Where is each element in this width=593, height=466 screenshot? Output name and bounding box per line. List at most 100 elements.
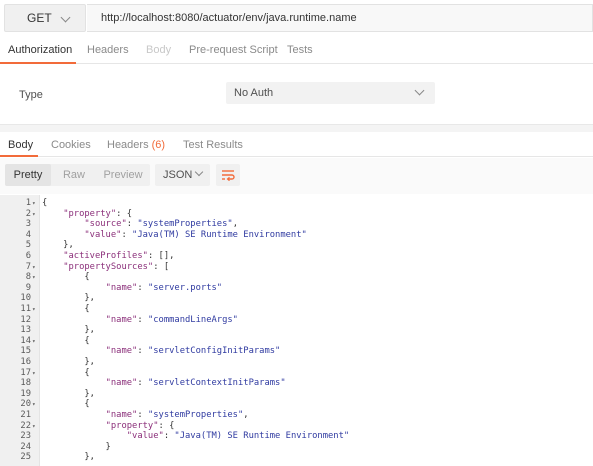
json-punctuation: }	[42, 441, 111, 452]
code-line: 13 },	[0, 325, 593, 336]
json-punctuation: :	[137, 282, 148, 293]
line-number: 3	[25, 219, 31, 230]
json-punctuation: :	[137, 410, 148, 420]
code-text: "property": {	[42, 209, 132, 220]
raw-button[interactable]: Raw	[53, 164, 95, 186]
line-number: 9	[25, 282, 31, 293]
fold-toggle-icon[interactable]: ▾	[32, 209, 40, 220]
code-text: "propertySources": [	[42, 262, 169, 273]
json-punctuation: :	[126, 219, 138, 230]
auth-type-select[interactable]: No Auth	[226, 82, 435, 104]
json-key: "name"	[105, 314, 138, 325]
json-punctuation	[42, 346, 106, 356]
code-text: {	[42, 335, 90, 347]
json-punctuation: :	[137, 314, 148, 325]
preview-button[interactable]: Preview	[97, 164, 149, 186]
line-number: 13	[20, 325, 31, 336]
fold-toggle-icon[interactable]: ▾	[32, 336, 40, 347]
json-punctuation	[42, 410, 106, 420]
json-punctuation: },	[42, 325, 95, 336]
json-string: "server.ports"	[147, 282, 223, 293]
tab-authorization[interactable]: Authorization	[8, 44, 72, 56]
json-punctuation: },	[42, 357, 95, 367]
line-number: 18	[20, 378, 31, 389]
json-punctuation: {	[42, 272, 90, 283]
line-number: 12	[20, 314, 31, 325]
headers-count-badge: (6)	[151, 139, 166, 151]
code-text: "name": "servletContextInitParams"	[42, 378, 286, 389]
fold-toggle-icon[interactable]: ▾	[32, 399, 40, 410]
json-punctuation: {	[42, 335, 90, 346]
code-text: }	[42, 442, 111, 453]
auth-type-label: Type	[19, 89, 43, 101]
active-tab-indicator	[0, 155, 38, 157]
response-body-editor[interactable]: 1 ▾{2 ▾ "property": {3 "source": "systemPr…	[0, 195, 593, 466]
json-punctuation: {	[42, 399, 90, 410]
tab-test-results[interactable]: Test Results	[183, 139, 243, 151]
response-tabs: Body Cookies Headers (6) Test Results	[0, 133, 593, 157]
json-punctuation: ,	[243, 410, 249, 420]
tab-body[interactable]: Body	[146, 44, 171, 56]
code-line: 14 ▾ {	[0, 336, 593, 347]
request-bar: GET http://localhost:8080/actuator/env/j…	[0, 0, 593, 36]
tab-tests[interactable]: Tests	[287, 44, 313, 56]
code-text: {	[42, 399, 90, 410]
code-line: 7 ▾ "propertySources": [	[0, 262, 593, 273]
fold-toggle-icon[interactable]: ▾	[32, 198, 40, 209]
json-punctuation: : {	[158, 420, 175, 431]
line-number: 20	[20, 399, 31, 410]
json-string: "servletContextInitParams"	[147, 378, 286, 389]
url-input[interactable]: http://localhost:8080/actuator/env/java.…	[87, 4, 593, 32]
fold-toggle-icon[interactable]: ▾	[32, 272, 40, 283]
json-punctuation: },	[42, 452, 95, 463]
pretty-button[interactable]: Pretty	[5, 164, 51, 186]
format-select[interactable]: JSON	[155, 164, 210, 186]
code-text: "name": "commandLineArgs"	[42, 315, 238, 326]
tab-cookies[interactable]: Cookies	[51, 139, 91, 151]
json-key: "source"	[84, 219, 127, 230]
code-line: 17 ▾ {	[0, 368, 593, 379]
tab-response-headers[interactable]: Headers (6)	[107, 139, 165, 151]
json-punctuation	[42, 230, 84, 240]
json-punctuation: {	[42, 198, 48, 208]
code-text: {	[42, 368, 89, 379]
code-line: 19 },	[0, 389, 593, 400]
line-number: 23	[20, 431, 31, 442]
json-punctuation: },	[42, 240, 74, 251]
json-punctuation: :	[121, 229, 133, 240]
code-text: {	[42, 272, 90, 283]
code-line: 1 ▾{	[0, 198, 593, 209]
response-toolbar: Pretty Raw Preview JSON	[0, 158, 593, 194]
chevron-down-icon	[414, 85, 425, 96]
json-string: "Java(TM) SE Runtime Environment"	[132, 229, 307, 240]
wrap-lines-button[interactable]	[216, 164, 240, 186]
fold-toggle-icon[interactable]: ▾	[32, 304, 40, 315]
fold-toggle-icon[interactable]: ▾	[32, 368, 40, 379]
code-line: 23 "value": "Java(TM) SE Runtime Environ…	[0, 431, 593, 442]
tab-headers[interactable]: Headers	[87, 44, 129, 56]
json-punctuation	[42, 262, 63, 272]
code-line: 11 ▾ {	[0, 304, 593, 315]
line-number: 17	[20, 367, 31, 378]
line-number: 11	[20, 304, 31, 314]
url-text: http://localhost:8080/actuator/env/java.…	[101, 12, 357, 24]
code-text: },	[42, 452, 95, 463]
json-key: "activeProfiles"	[63, 251, 148, 261]
code-line: 20 ▾ {	[0, 399, 593, 410]
code-line: 18 "name": "servletContextInitParams"	[0, 378, 593, 389]
code-text: },	[42, 240, 74, 251]
fold-toggle-icon[interactable]: ▾	[32, 262, 40, 273]
line-number: 7	[25, 261, 31, 272]
code-line: 8 ▾ {	[0, 272, 593, 283]
json-key: "property"	[105, 420, 159, 431]
json-key: "name"	[105, 282, 138, 293]
json-punctuation: ,	[232, 219, 238, 230]
fold-toggle-icon[interactable]: ▾	[32, 421, 40, 432]
json-punctuation	[42, 283, 106, 293]
code-line: 25 },	[0, 452, 593, 463]
tab-pre-request-script[interactable]: Pre-request Script	[189, 44, 278, 56]
method-select[interactable]: GET	[4, 4, 86, 32]
tab-response-body[interactable]: Body	[8, 139, 33, 151]
line-number: 15	[20, 346, 31, 357]
code-text: "name": "server.ports"	[42, 282, 223, 294]
